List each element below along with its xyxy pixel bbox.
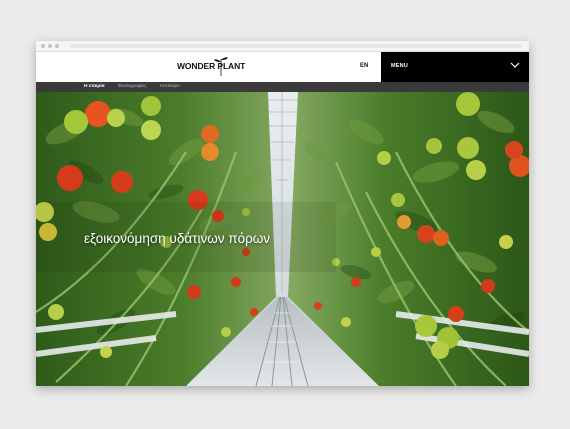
address-bar[interactable] <box>70 44 522 48</box>
menu-label: MENU <box>391 63 408 69</box>
window-dot-icon <box>41 44 45 48</box>
subnav-item-photos[interactable]: Φωτογραφίες <box>118 84 147 89</box>
site-header: WONDER PLANT EN MENU <box>36 52 529 82</box>
sub-navigation: Η εταιρία Φωτογραφίες Ιστολόγιο <box>36 82 529 92</box>
site-logo[interactable]: WONDER PLANT <box>177 54 257 80</box>
hero-banner: εξοικονόμηση υδάτινων πόρων <box>36 92 529 386</box>
chevron-down-icon <box>510 62 520 68</box>
menu-button[interactable]: MENU <box>381 52 529 82</box>
hero-tagline: εξοικονόμηση υδάτινων πόρων <box>84 231 271 246</box>
language-switch[interactable]: EN <box>360 63 368 69</box>
window-dot-icon <box>55 44 59 48</box>
plant-sprout-icon <box>214 57 228 76</box>
subnav-item-company[interactable]: Η εταιρία <box>84 84 105 89</box>
subnav-item-blog[interactable]: Ιστολόγιο <box>160 84 180 89</box>
window-dot-icon <box>48 44 52 48</box>
browser-toolbar <box>36 41 529 52</box>
browser-window: WONDER PLANT EN MENU Η εταιρία Φωτογραφί… <box>36 41 529 386</box>
